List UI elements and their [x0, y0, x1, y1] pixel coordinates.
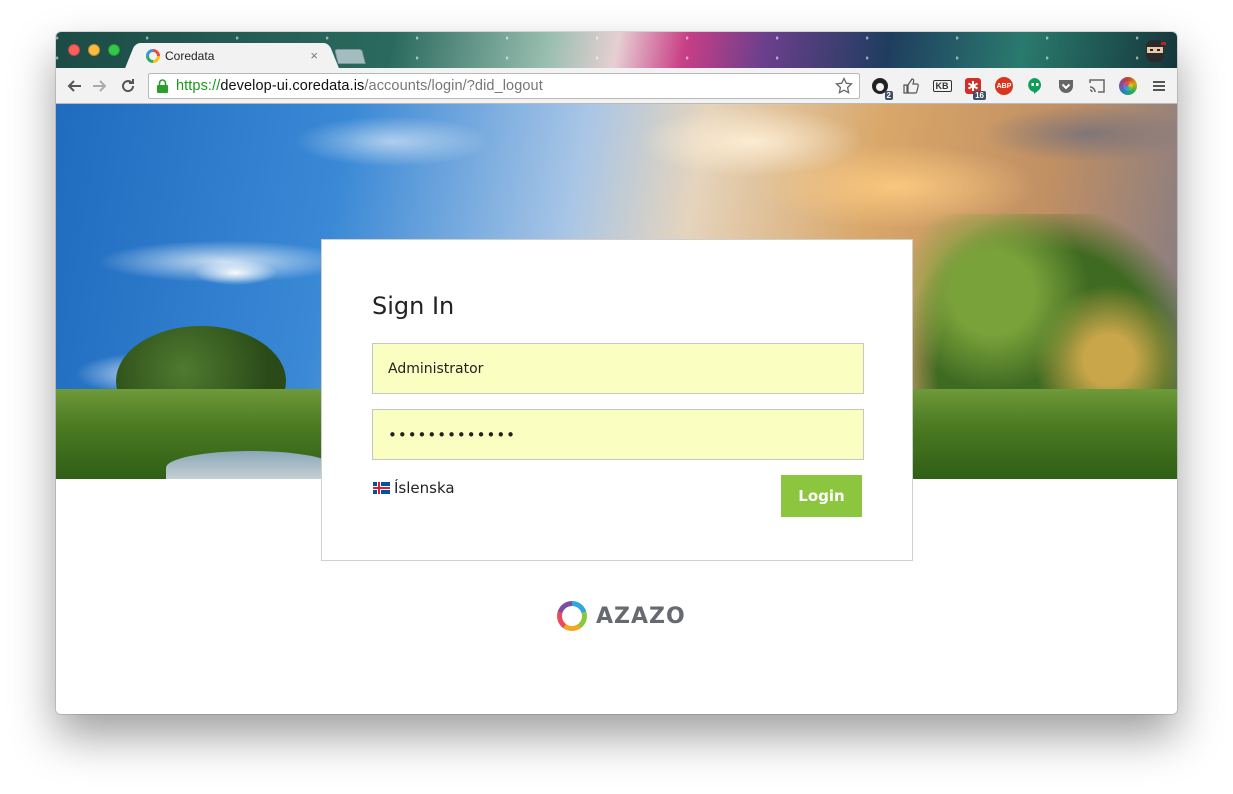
hangouts-extension[interactable] [1025, 76, 1045, 96]
color-picker-icon [1119, 77, 1137, 95]
back-button[interactable] [64, 76, 84, 96]
like-extension[interactable] [901, 76, 921, 96]
zoom-window-button[interactable] [108, 44, 120, 56]
reload-icon [122, 79, 135, 93]
cast-icon [1089, 79, 1105, 93]
minimize-window-button[interactable] [88, 44, 100, 56]
tab-title: Coredata [165, 49, 215, 63]
login-card: Sign In Íslenska Login [321, 239, 913, 561]
adblock-icon: ABP [995, 77, 1013, 95]
browser-window: Coredata × https://develop-ui.coredata.i… [56, 32, 1177, 714]
pocket-icon [1059, 80, 1073, 93]
tab-bar: Coredata × [56, 32, 1177, 69]
bookmark-star-icon[interactable] [835, 77, 853, 95]
browser-toolbar: https://develop-ui.coredata.is/accounts/… [56, 68, 1177, 104]
close-window-button[interactable] [68, 44, 80, 56]
color-picker-extension[interactable] [1118, 76, 1138, 96]
url-scheme: https:// [176, 78, 221, 94]
password-input[interactable] [372, 409, 864, 460]
thumbs-up-icon [903, 78, 919, 94]
kb-icon: KB [932, 80, 952, 92]
url-path: /accounts/login/?did_logout [364, 78, 543, 94]
url-text: https://develop-ui.coredata.is/accounts/… [176, 78, 543, 94]
close-tab-icon[interactable]: × [310, 48, 318, 63]
username-input[interactable] [372, 343, 864, 394]
tab-coredata[interactable]: Coredata × [136, 43, 328, 69]
cast-extension[interactable] [1087, 76, 1107, 96]
arrow-right-icon [93, 80, 107, 92]
forward-button[interactable] [90, 76, 110, 96]
reload-button[interactable] [118, 76, 138, 96]
lastpass-extension[interactable]: 16 [963, 76, 986, 100]
stream [166, 451, 336, 479]
login-button[interactable]: Login [781, 475, 862, 517]
adblock-extension[interactable]: ABP [994, 76, 1014, 96]
address-bar[interactable]: https://develop-ui.coredata.is/accounts/… [148, 73, 860, 99]
lastpass-badge: 16 [973, 91, 986, 100]
github-extension[interactable]: 2 [870, 76, 893, 100]
azazo-logo: AZAZO [557, 601, 686, 631]
brand-name: AZAZO [596, 603, 686, 629]
chrome-menu-button[interactable] [1149, 76, 1169, 96]
hangouts-icon [1028, 78, 1042, 94]
page-title: Sign In [372, 292, 455, 320]
coredata-favicon-icon [146, 49, 160, 63]
profile-ninja-icon[interactable] [1143, 36, 1167, 64]
arrow-left-icon [67, 80, 81, 92]
menu-icon [1153, 81, 1165, 91]
window-controls [68, 44, 120, 56]
iceland-flag-icon [373, 482, 390, 494]
azazo-ring-icon [557, 601, 587, 631]
kb-extension[interactable]: KB [932, 76, 952, 96]
language-switch-link[interactable]: Íslenska [373, 479, 455, 497]
pocket-extension[interactable] [1056, 76, 1076, 96]
page-content: Sign In Íslenska Login AZAZO [56, 104, 1177, 714]
new-tab-button[interactable] [334, 49, 366, 64]
github-badge: 2 [884, 91, 893, 100]
language-label: Íslenska [394, 479, 455, 497]
url-host: develop-ui.coredata.is [220, 78, 365, 94]
lock-icon [157, 78, 168, 93]
